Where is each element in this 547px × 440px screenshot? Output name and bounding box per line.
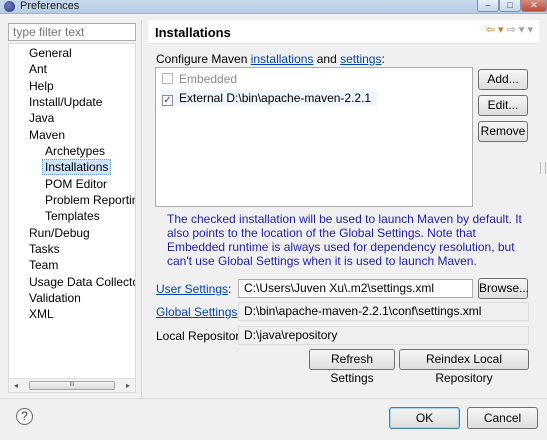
eclipse-icon: [4, 1, 15, 12]
installation-info-text: The checked installation will be used to…: [167, 212, 522, 268]
tree-item-archetypes[interactable]: Archetypes: [43, 143, 107, 159]
tree-item-validation[interactable]: Validation: [27, 290, 83, 306]
back-arrow-icon[interactable]: ⇦ ▾: [486, 24, 504, 36]
tree-item-ant[interactable]: Ant: [27, 61, 49, 77]
installation-item-embedded[interactable]: Embedded: [162, 71, 237, 87]
tree-item-maven[interactable]: Maven: [27, 127, 67, 143]
window-title: Preferences: [20, 0, 80, 12]
tree-item-general[interactable]: General: [27, 45, 74, 61]
user-settings-row-label: User Settings:: [156, 282, 232, 296]
preference-tree: General Ant Help Install/Update Java Mav…: [8, 43, 136, 393]
remove-button[interactable]: Remove: [478, 121, 528, 142]
settings-link[interactable]: settings: [340, 52, 381, 66]
page-title: Installations: [155, 25, 231, 40]
page-header: Installations ⇦ ▾ ⇨ ▾ ▾: [148, 20, 539, 44]
panel-divider[interactable]: [141, 20, 142, 398]
installation-label: Embedded: [179, 72, 238, 86]
installation-item-external[interactable]: ✓ External D:\bin\apache-maven-2.2.1: [162, 90, 378, 106]
window-titlebar: Preferences – □ ✕: [0, 0, 547, 14]
filter-input[interactable]: [8, 23, 136, 41]
configure-label: Configure Maven installations and settin…: [156, 52, 385, 66]
scroll-left-icon[interactable]: ◂: [9, 379, 23, 392]
footer-separator: [0, 398, 547, 399]
help-icon[interactable]: ?: [16, 408, 33, 425]
tree-item-templates[interactable]: Templates: [43, 208, 102, 224]
installations-list: Embedded ✓ External D:\bin\apache-maven-2…: [155, 67, 473, 207]
tree-item-usage-data-collector[interactable]: Usage Data Collector: [27, 274, 135, 290]
local-repository-field: D:\java\repository: [238, 326, 529, 345]
scroll-grip-icon: [540, 162, 546, 174]
installations-link[interactable]: installations: [251, 52, 314, 66]
global-settings-row-label: Global Settings:: [156, 305, 241, 319]
tree-horizontal-scrollbar[interactable]: ◂ III ▸: [9, 378, 135, 392]
browse-button[interactable]: Browse...: [478, 278, 529, 299]
tree-item-run-debug[interactable]: Run/Debug: [27, 225, 92, 241]
page-vertical-scrollbar[interactable]: [539, 44, 547, 388]
checkbox-embedded[interactable]: [162, 73, 173, 84]
tree-item-tasks[interactable]: Tasks: [27, 241, 62, 257]
add-button[interactable]: Add...: [478, 69, 528, 90]
maximize-button[interactable]: □: [499, 0, 521, 12]
reindex-local-repository-button[interactable]: Reindex Local Repository: [399, 349, 529, 385]
tree-item-java[interactable]: Java: [27, 110, 56, 126]
checkbox-external[interactable]: ✓: [162, 95, 173, 106]
tree-item-help[interactable]: Help: [27, 78, 56, 94]
user-settings-field[interactable]: C:\Users\Juven Xu\.m2\settings.xml: [238, 279, 473, 298]
page-navigation: ⇦ ▾ ⇨ ▾ ▾: [486, 23, 533, 36]
cancel-button[interactable]: Cancel: [467, 407, 538, 429]
close-button[interactable]: ✕: [521, 0, 547, 12]
installation-label: External D:\bin\apache-maven-2.2.1: [179, 91, 372, 105]
minimize-button[interactable]: –: [477, 0, 499, 12]
global-settings-link[interactable]: Global Settings: [156, 305, 237, 319]
refresh-settings-button[interactable]: Refresh Settings: [309, 349, 395, 385]
global-settings-field: D:\bin\apache-maven-2.2.1\conf\settings.…: [238, 302, 529, 321]
local-repository-label: Local Repository:: [156, 329, 249, 343]
tree-item-xml[interactable]: XML: [27, 306, 56, 322]
tree-item-install-update[interactable]: Install/Update: [27, 94, 104, 110]
scroll-thumb[interactable]: III: [29, 381, 115, 390]
tree-item-problem-reporting[interactable]: Problem Reporting: [43, 192, 135, 208]
tree-item-pom-editor[interactable]: POM Editor: [43, 176, 109, 192]
forward-arrow-icon[interactable]: ⇨ ▾: [507, 24, 525, 36]
scroll-right-icon[interactable]: ▸: [121, 379, 135, 392]
user-settings-link[interactable]: User Settings: [156, 282, 228, 296]
ok-button[interactable]: OK: [389, 407, 460, 429]
tree-item-installations[interactable]: Installations: [42, 159, 112, 175]
edit-button[interactable]: Edit...: [478, 95, 528, 116]
tree-item-team[interactable]: Team: [27, 257, 60, 273]
menu-chevron-icon[interactable]: ▾: [527, 24, 533, 36]
